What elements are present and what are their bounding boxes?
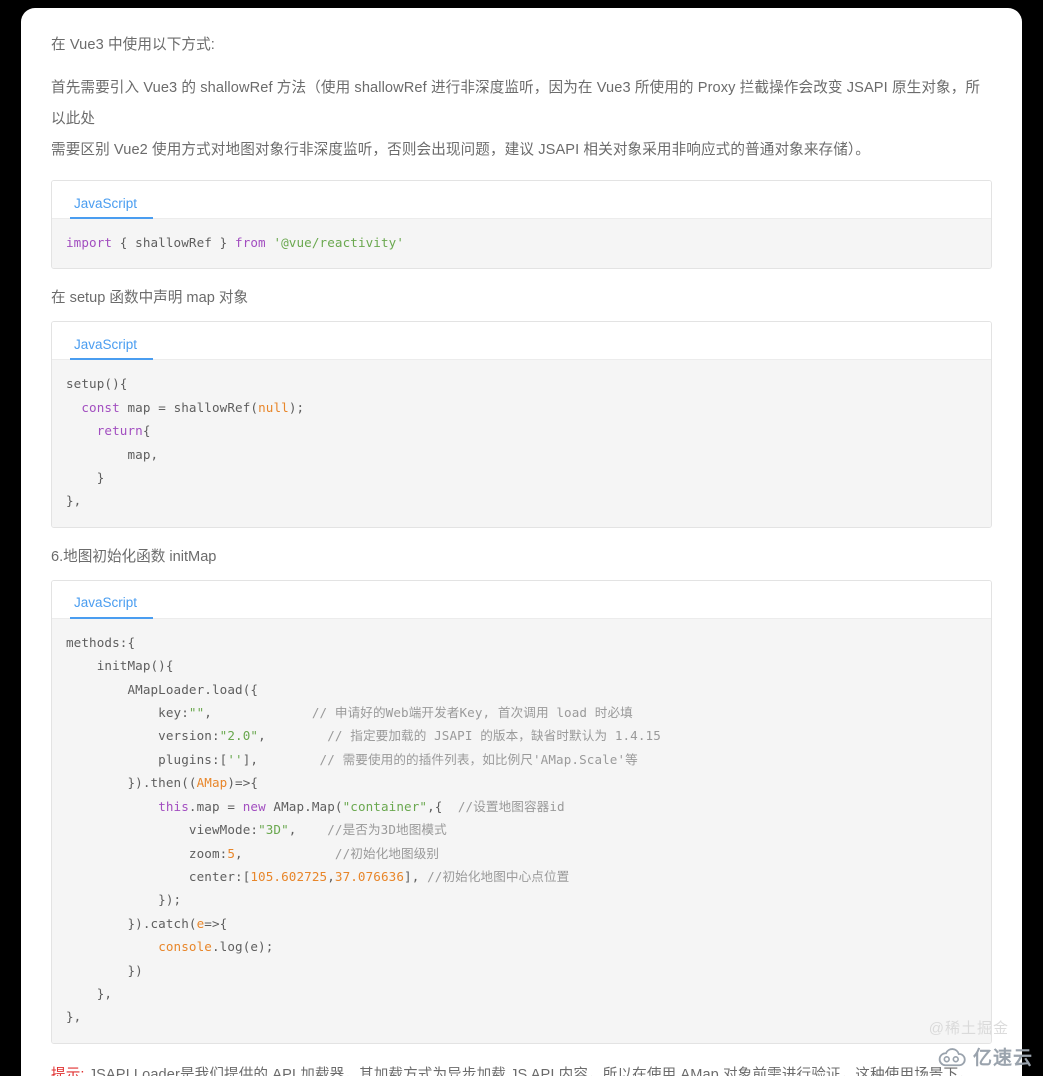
page-root: 在 Vue3 中使用以下方式: 首先需要引入 Vue3 的 shallowRef… [0, 0, 1043, 1076]
code-block-initmap: JavaScript methods:{ initMap(){ AMapLoad… [51, 579, 992, 1044]
code-tabbar: JavaScript [52, 181, 991, 219]
code-block-import: JavaScript import { shallowRef } from '@… [51, 180, 992, 270]
intro-line-2: 首先需要引入 Vue3 的 shallowRef 方法（使用 shallowRe… [51, 80, 981, 127]
watermark-juejin: @稀土掘金 [928, 1020, 1009, 1037]
setup-note-label: 在 setup 函数中声明 map 对象 [51, 290, 249, 307]
cloud-icon [938, 1047, 966, 1066]
watermark-yisuyun-text: 亿速云 [972, 1048, 1033, 1069]
code-tabbar: JavaScript [52, 580, 991, 619]
code-content-setup[interactable]: setup(){ const map = shallowRef(null); r… [52, 360, 991, 527]
tip-prefix: 提示: [51, 1066, 85, 1076]
code-tabbar: JavaScript [52, 322, 991, 361]
intro-line-1: 在 Vue3 中使用以下方式: [51, 37, 215, 53]
intro-line-3: 需要区别 Vue2 使用方式对地图对象行非深度监听，否则会出现问题，建议 JSA… [51, 142, 871, 158]
tip-line-1-text: JSAPI Loader是我们提供的 API 加载器，其加载方式为异步加载 JS… [84, 1066, 973, 1076]
tip-paragraph: 提示: JSAPI Loader是我们提供的 API 加载器，其加载方式为异步加… [51, 1060, 992, 1076]
init-map-heading: 6.地图初始化函数 initMap [51, 548, 217, 565]
code-content-initmap[interactable]: methods:{ initMap(){ AMapLoader.load({ k… [52, 618, 991, 1043]
tab-javascript[interactable]: JavaScript [70, 338, 154, 361]
code-content-import[interactable]: import { shallowRef } from '@vue/reactiv… [52, 219, 991, 269]
watermark-yisuyun: 亿速云 [937, 1043, 1033, 1070]
tab-javascript[interactable]: JavaScript [70, 196, 154, 219]
intro-paragraph: 首先需要引入 Vue3 的 shallowRef 方法（使用 shallowRe… [51, 73, 992, 166]
code-block-setup: JavaScript setup(){ const map = shallowR… [51, 321, 992, 528]
tip-line-1: 提示: JSAPI Loader是我们提供的 API 加载器，其加载方式为异步加… [51, 1060, 992, 1076]
article-card: 在 Vue3 中使用以下方式: 首先需要引入 Vue3 的 shallowRef… [21, 8, 1022, 1076]
tab-javascript[interactable]: JavaScript [70, 596, 154, 619]
